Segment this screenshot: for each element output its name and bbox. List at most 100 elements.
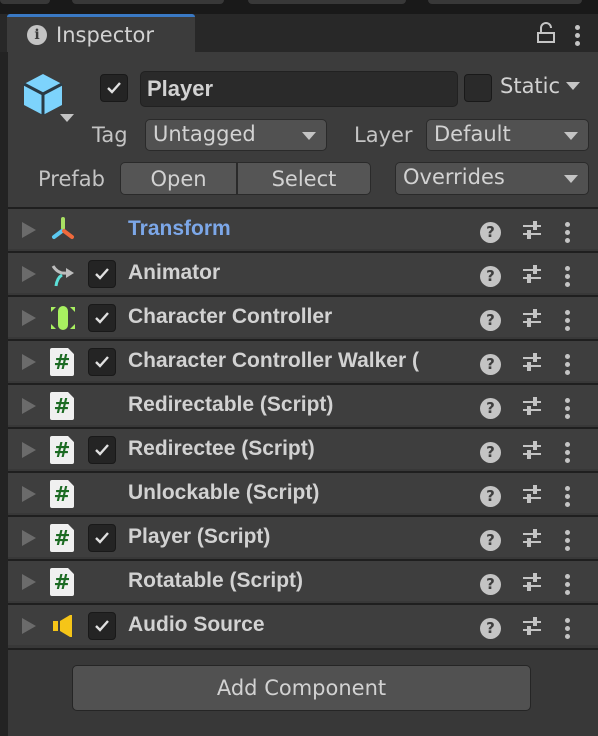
preset-icon[interactable] bbox=[521, 440, 543, 464]
inspector-panel: Player Static Tag Untagged Layer Default… bbox=[8, 52, 598, 736]
layer-value: Default bbox=[434, 122, 511, 146]
add-component-button[interactable]: Add Component bbox=[72, 665, 531, 711]
left-border bbox=[0, 52, 8, 736]
component-row[interactable]: Transform? bbox=[8, 207, 598, 249]
foldout-arrow-icon[interactable] bbox=[22, 222, 36, 238]
kebab-menu-icon[interactable] bbox=[565, 441, 570, 463]
script-icon: # bbox=[50, 568, 76, 596]
component-name: Redirectee (Script) bbox=[128, 437, 315, 460]
kebab-menu-icon[interactable] bbox=[565, 265, 570, 287]
foldout-arrow-icon[interactable] bbox=[22, 618, 36, 634]
name-field[interactable]: Player bbox=[140, 71, 458, 107]
help-icon[interactable]: ? bbox=[480, 221, 501, 243]
toolbar-button[interactable] bbox=[428, 0, 582, 4]
layer-dropdown[interactable]: Default bbox=[426, 119, 589, 151]
component-enabled-checkbox[interactable] bbox=[88, 260, 116, 288]
icon-dropdown-arrow[interactable] bbox=[60, 114, 74, 122]
tab-bar: i Inspector bbox=[0, 14, 598, 52]
toolbar-button[interactable] bbox=[248, 0, 406, 4]
tag-value: Untagged bbox=[153, 122, 256, 146]
component-row[interactable]: # Player (Script)? bbox=[8, 515, 598, 557]
component-enabled-checkbox[interactable] bbox=[88, 348, 116, 376]
component-row[interactable]: # Unlockable (Script)? bbox=[8, 471, 598, 513]
preset-icon[interactable] bbox=[521, 616, 543, 640]
component-enabled-checkbox[interactable] bbox=[88, 524, 116, 552]
component-name: Unlockable (Script) bbox=[128, 481, 320, 504]
component-row[interactable]: Audio Source? bbox=[8, 603, 598, 645]
component-enabled-checkbox[interactable] bbox=[88, 436, 116, 464]
foldout-arrow-icon[interactable] bbox=[22, 574, 36, 590]
help-icon[interactable]: ? bbox=[480, 617, 501, 639]
preset-icon[interactable] bbox=[521, 528, 543, 552]
component-row[interactable]: # Redirectable (Script)? bbox=[8, 383, 598, 425]
kebab-menu-icon[interactable] bbox=[565, 397, 570, 419]
preset-icon[interactable] bbox=[521, 352, 543, 376]
help-icon[interactable]: ? bbox=[480, 309, 501, 331]
kebab-menu-icon[interactable] bbox=[565, 617, 570, 639]
tag-dropdown[interactable]: Untagged bbox=[145, 119, 327, 151]
static-label: Static bbox=[500, 74, 561, 98]
component-name: Rotatable (Script) bbox=[128, 569, 304, 592]
kebab-menu-icon[interactable] bbox=[565, 309, 570, 331]
help-icon[interactable]: ? bbox=[480, 573, 501, 595]
animator-icon bbox=[50, 260, 76, 288]
help-icon[interactable]: ? bbox=[480, 353, 501, 375]
foldout-arrow-icon[interactable] bbox=[22, 398, 36, 414]
prefab-open-button[interactable]: Open bbox=[120, 162, 237, 195]
preset-icon[interactable] bbox=[521, 220, 543, 244]
help-icon[interactable]: ? bbox=[480, 441, 501, 463]
preset-icon[interactable] bbox=[521, 264, 543, 288]
component-row[interactable]: # Character Controller Walker (? bbox=[8, 339, 598, 381]
component-row[interactable]: # Rotatable (Script)? bbox=[8, 559, 598, 601]
component-row[interactable]: Character Controller? bbox=[8, 295, 598, 337]
tab-label: Inspector bbox=[56, 22, 154, 47]
script-icon: # bbox=[50, 348, 76, 376]
foldout-arrow-icon[interactable] bbox=[22, 310, 36, 326]
script-icon: # bbox=[50, 480, 76, 508]
foldout-arrow-icon[interactable] bbox=[22, 486, 36, 502]
tab-inspector[interactable]: i Inspector bbox=[7, 14, 195, 52]
transform-icon bbox=[50, 216, 76, 244]
prefab-select-button[interactable]: Select bbox=[237, 162, 371, 195]
component-name: Animator bbox=[128, 261, 221, 284]
prefab-overrides-dropdown[interactable]: Overrides bbox=[395, 162, 589, 195]
foldout-arrow-icon[interactable] bbox=[22, 530, 36, 546]
kebab-menu-icon[interactable] bbox=[575, 24, 580, 46]
component-enabled-checkbox[interactable] bbox=[88, 304, 116, 332]
component-row[interactable]: # Redirectee (Script)? bbox=[8, 427, 598, 469]
help-icon[interactable]: ? bbox=[480, 397, 501, 419]
component-enabled-checkbox[interactable] bbox=[88, 612, 116, 640]
foldout-arrow-icon[interactable] bbox=[22, 354, 36, 370]
script-icon: # bbox=[50, 436, 76, 464]
unlock-icon[interactable] bbox=[537, 22, 555, 48]
help-icon[interactable]: ? bbox=[480, 529, 501, 551]
help-icon[interactable]: ? bbox=[480, 265, 501, 287]
foldout-arrow-icon[interactable] bbox=[22, 266, 36, 282]
toolbar-button[interactable] bbox=[72, 0, 224, 4]
kebab-menu-icon[interactable] bbox=[565, 353, 570, 375]
prefab-label: Prefab bbox=[38, 167, 105, 191]
component-name: Transform bbox=[128, 217, 231, 240]
kebab-menu-icon[interactable] bbox=[565, 529, 570, 551]
static-checkbox[interactable] bbox=[464, 74, 492, 102]
static-dropdown[interactable]: Static bbox=[500, 74, 581, 98]
toolbar-button[interactable] bbox=[0, 0, 50, 4]
chevron-down-icon bbox=[302, 132, 316, 140]
preset-icon[interactable] bbox=[521, 396, 543, 420]
tag-label: Tag bbox=[92, 123, 128, 147]
component-row[interactable]: Animator? bbox=[8, 251, 598, 293]
help-icon[interactable]: ? bbox=[480, 485, 501, 507]
foldout-arrow-icon[interactable] bbox=[22, 442, 36, 458]
preset-icon[interactable] bbox=[521, 308, 543, 332]
preset-icon[interactable] bbox=[521, 484, 543, 508]
overrides-value: Overrides bbox=[403, 165, 505, 189]
kebab-menu-icon[interactable] bbox=[565, 485, 570, 507]
script-icon: # bbox=[50, 392, 76, 420]
preset-icon[interactable] bbox=[521, 572, 543, 596]
active-checkbox[interactable] bbox=[100, 74, 128, 102]
kebab-menu-icon[interactable] bbox=[565, 573, 570, 595]
layer-label: Layer bbox=[354, 123, 413, 147]
chevron-down-icon bbox=[564, 175, 578, 183]
component-name: Character Controller Walker ( bbox=[128, 349, 419, 372]
kebab-menu-icon[interactable] bbox=[565, 221, 570, 243]
